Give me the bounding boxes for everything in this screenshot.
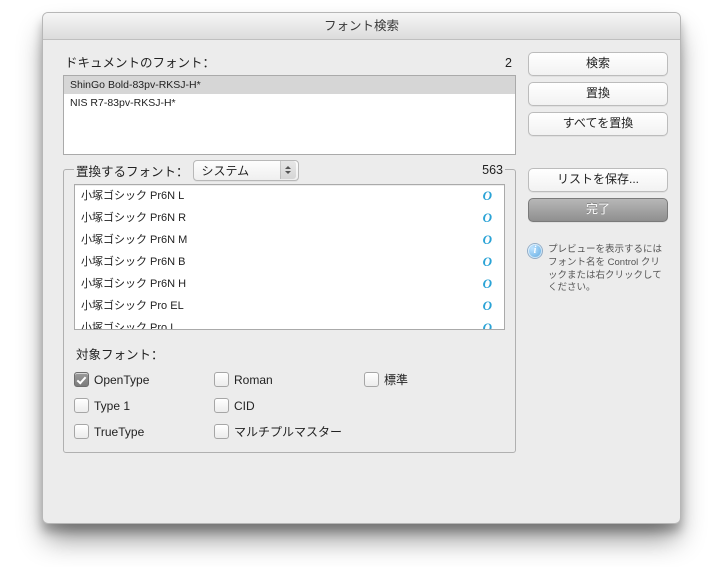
replacement-font-name: 小塚ゴシック Pro EL (81, 299, 184, 313)
checkbox-icon (74, 398, 89, 413)
replacement-fonts-list[interactable]: 小塚ゴシック Pr6N LO小塚ゴシック Pr6N RO小塚ゴシック Pr6N … (74, 184, 505, 330)
checkbox-icon (74, 372, 89, 387)
replacement-font-name: 小塚ゴシック Pro L (81, 321, 176, 330)
target-opentype-checkbox[interactable]: OpenType (74, 371, 214, 388)
opentype-badge-icon: O (483, 255, 498, 269)
target-mm-label: マルチプルマスター (234, 423, 342, 440)
font-source-value: システム (202, 162, 250, 179)
opentype-badge-icon: O (483, 189, 498, 203)
window-title: フォント検索 (43, 13, 680, 40)
replacement-font-row[interactable]: 小塚ゴシック Pr6N M O (75, 229, 504, 251)
target-opentype-label: OpenType (94, 373, 149, 387)
replacement-fieldset: 置換するフォント： システム 563 小塚ゴシック Pr6N LO小塚ゴシック … (63, 169, 516, 453)
replacement-font-row[interactable]: 小塚ゴシック Pr6N L O (75, 185, 504, 207)
document-fonts-count: 2 (505, 56, 512, 70)
checkbox-icon (364, 372, 379, 387)
target-type1-checkbox[interactable]: Type 1 (74, 398, 214, 413)
font-search-window: フォント検索 ドキュメントのフォント： 2 ShinGo Bold-83pv-R… (42, 12, 681, 524)
replacement-font-name: 小塚ゴシック Pr6N R (81, 211, 186, 225)
info-icon (528, 244, 542, 258)
font-source-popup[interactable]: システム (193, 160, 299, 181)
target-roman-checkbox[interactable]: Roman (214, 371, 364, 388)
target-fonts-group: OpenType Roman 標準 Type 1 CID TrueType マルチプルマスタ… (74, 371, 505, 440)
target-truetype-checkbox[interactable]: TrueType (74, 423, 214, 440)
checkbox-icon (214, 372, 229, 387)
replacement-font-row[interactable]: 小塚ゴシック Pro L O (75, 317, 504, 330)
window-content: ドキュメントのフォント： 2 ShinGo Bold-83pv-RKSJ-H*N… (43, 40, 680, 523)
opentype-badge-icon: O (483, 277, 498, 291)
opentype-badge-icon: O (483, 233, 498, 247)
target-type1-label: Type 1 (94, 399, 130, 413)
popup-arrows-icon (280, 161, 296, 179)
replacement-font-row[interactable]: 小塚ゴシック Pr6N H O (75, 273, 504, 295)
replacement-font-name: 小塚ゴシック Pr6N L (81, 189, 184, 203)
checkbox-icon (214, 398, 229, 413)
replace-button[interactable]: 置換 (528, 82, 668, 106)
document-fonts-label: ドキュメントのフォント： (65, 52, 215, 71)
replacement-font-row[interactable]: 小塚ゴシック Pr6N R O (75, 207, 504, 229)
checkbox-icon (74, 424, 89, 439)
target-truetype-label: TrueType (94, 425, 144, 439)
done-button[interactable]: 完了 (528, 198, 668, 222)
replacement-fonts-label: 置換するフォント： (76, 161, 193, 180)
replacement-font-row[interactable]: 小塚ゴシック Pro EL O (75, 295, 504, 317)
target-standard-label: 標準 (384, 371, 408, 388)
replacement-font-name: 小塚ゴシック Pr6N M (81, 233, 187, 247)
replacement-font-row[interactable]: 小塚ゴシック Pr6N B O (75, 251, 504, 273)
search-button[interactable]: 検索 (528, 52, 668, 76)
document-font-row[interactable]: NIS R7-83pv-RKSJ-H* (64, 94, 515, 112)
target-cid-checkbox[interactable]: CID (214, 398, 364, 413)
target-fonts-label: 対象フォント： (76, 344, 505, 363)
replacement-font-name: 小塚ゴシック Pr6N H (81, 277, 186, 291)
replace-all-button[interactable]: すべてを置換 (528, 112, 668, 136)
target-mm-checkbox[interactable]: マルチプルマスター (214, 423, 364, 440)
opentype-badge-icon: O (483, 321, 498, 330)
document-fonts-list[interactable]: ShinGo Bold-83pv-RKSJ-H*NIS R7-83pv-RKSJ… (63, 75, 516, 155)
button-column: 検索 置換 すべてを置換 リストを保存... 完了 プレビューを表示するにはフォ… (516, 52, 668, 513)
target-cid-label: CID (234, 399, 255, 413)
replacement-fonts-count: 563 (482, 163, 503, 177)
replacement-font-name: 小塚ゴシック Pr6N B (81, 255, 186, 269)
opentype-badge-icon: O (483, 299, 498, 313)
target-roman-label: Roman (234, 373, 273, 387)
opentype-badge-icon: O (483, 211, 498, 225)
preview-hint: プレビューを表示するにはフォント名を Control クリックまたは右クリックし… (528, 244, 668, 295)
preview-hint-text: プレビューを表示するにはフォント名を Control クリックまたは右クリックし… (548, 244, 668, 295)
checkbox-icon (214, 424, 229, 439)
save-list-button[interactable]: リストを保存... (528, 168, 668, 192)
target-standard-checkbox[interactable]: 標準 (364, 371, 504, 388)
document-font-row[interactable]: ShinGo Bold-83pv-RKSJ-H* (64, 76, 515, 94)
